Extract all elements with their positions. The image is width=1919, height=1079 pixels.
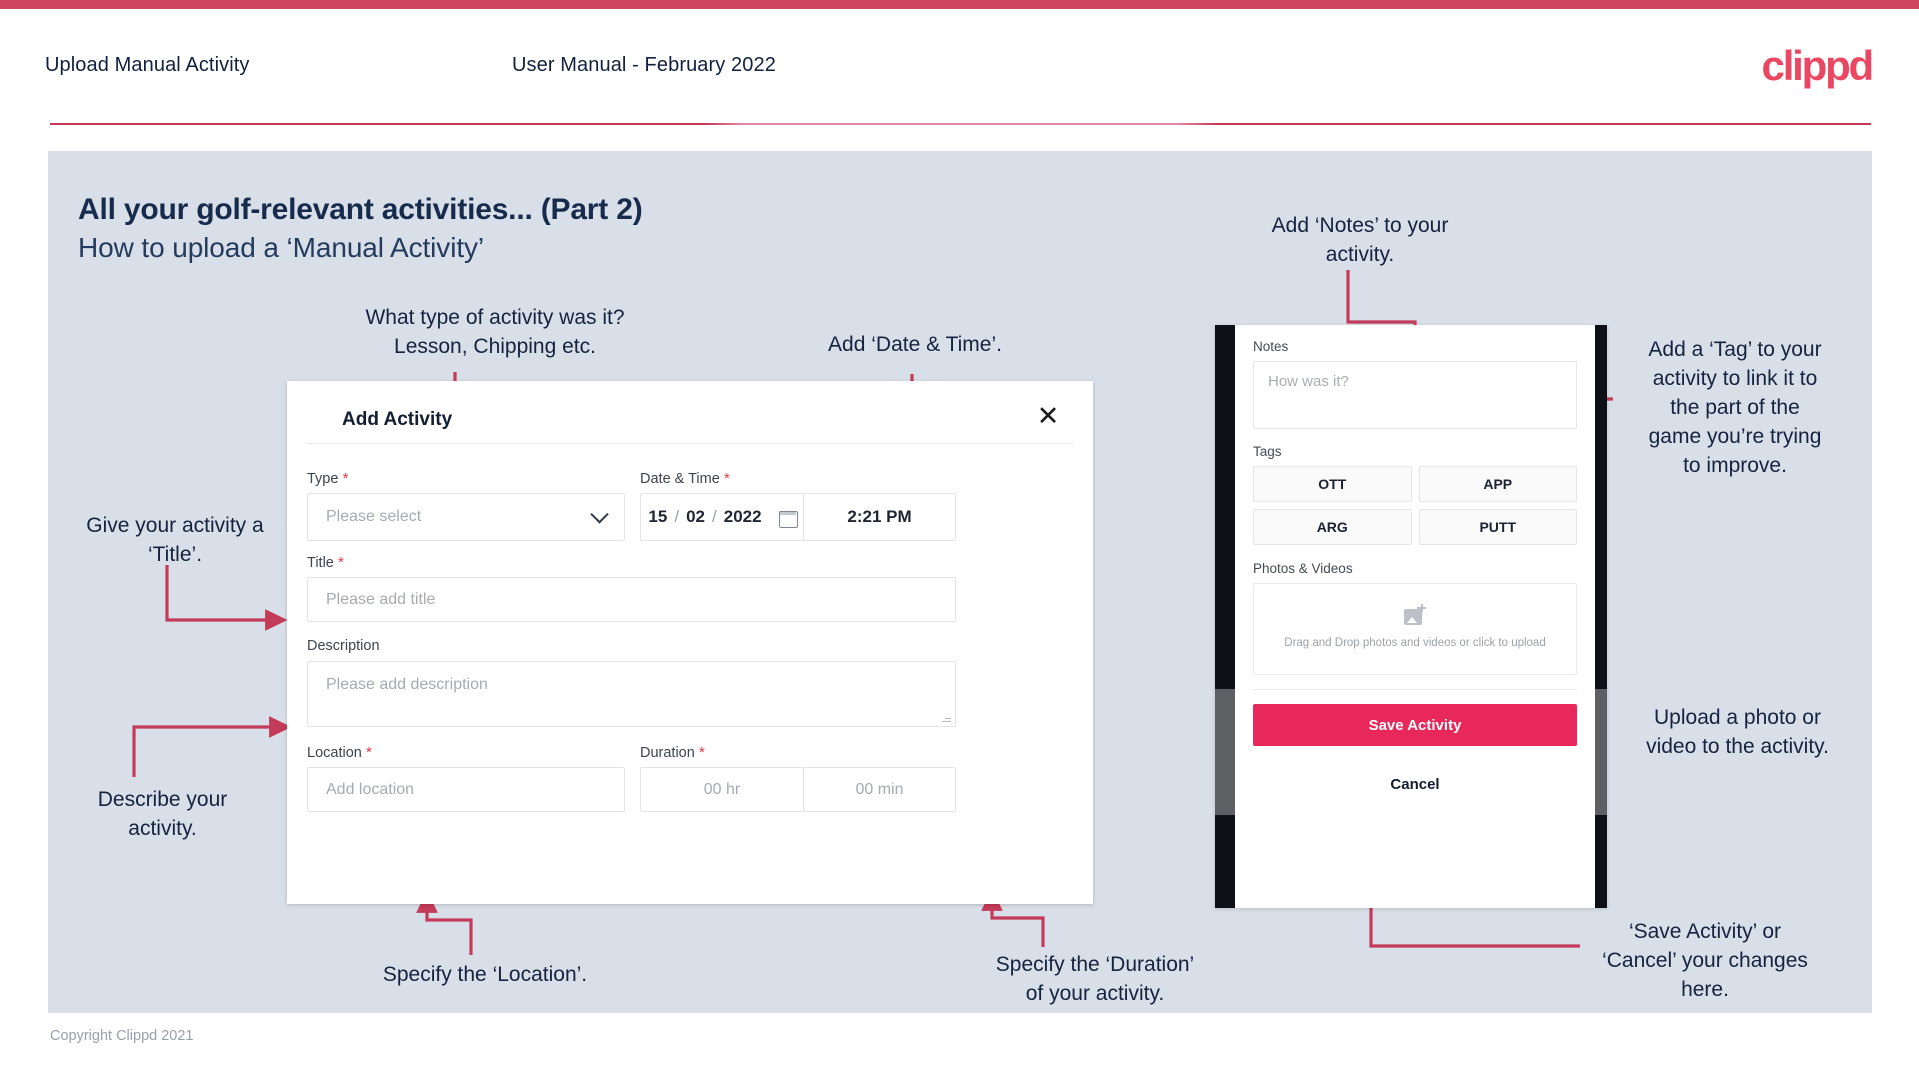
close-icon[interactable]: ✕ <box>1031 399 1065 433</box>
datetime-label-text: Date & Time <box>640 471 720 487</box>
annotation-type: What type of activity was it? Lesson, Ch… <box>365 306 625 358</box>
slide-title: All your golf-relevant activities... (Pa… <box>78 193 643 226</box>
add-activity-dialog: Add Activity ✕ Type * Please select Date… <box>287 381 1093 904</box>
duration-label-text: Duration <box>640 745 695 761</box>
photos-videos-label: Photos & Videos <box>1253 561 1353 576</box>
required-marker: * <box>361 744 372 761</box>
type-placeholder: Please select <box>326 508 422 525</box>
dialog-title: Add Activity <box>342 409 453 430</box>
phone-bezel-left <box>1215 325 1235 908</box>
slide-subtitle: How to upload a ‘Manual Activity’ <box>78 232 485 263</box>
title-placeholder: Please add title <box>326 590 436 608</box>
annotation-save-cancel: ‘Save Activity’ or ‘Cancel’ your changes… <box>1602 920 1808 1001</box>
annotation-title: Give your activity a ‘Title’. <box>86 514 264 566</box>
date-day: 15 <box>648 507 668 526</box>
header-divider <box>50 123 1871 125</box>
type-label: Type * <box>307 470 348 487</box>
phone-divider <box>1253 689 1577 690</box>
title-input[interactable]: Please add title <box>307 577 956 622</box>
time-input[interactable]: 2:21 PM <box>803 493 956 541</box>
duration-minutes-value: 00 min <box>855 780 904 798</box>
slide-root: Upload Manual Activity User Manual - Feb… <box>0 0 1919 1079</box>
location-label-text: Location <box>307 745 362 761</box>
date-input[interactable]: 15 / 02 / 2022 <box>640 493 804 541</box>
tag-ott[interactable]: OTT <box>1253 466 1412 502</box>
page-header: Upload Manual Activity User Manual - Feb… <box>0 9 1919 124</box>
phone-bezel-right <box>1595 325 1607 908</box>
header-subtitle: User Manual - February 2022 <box>512 54 776 76</box>
tag-putt[interactable]: PUTT <box>1418 509 1577 545</box>
tags-label: Tags <box>1253 444 1282 459</box>
annotation-notes: Add ‘Notes’ to your activity. <box>1271 214 1449 266</box>
annotation-describe: Describe your activity. <box>97 788 228 840</box>
date-sep-1: / <box>674 507 680 526</box>
description-placeholder: Please add description <box>326 676 488 693</box>
resize-grip-icon[interactable] <box>941 713 951 723</box>
description-label: Description <box>307 638 380 654</box>
chevron-down-icon <box>590 505 609 524</box>
type-label-text: Type <box>307 471 339 487</box>
cancel-button[interactable]: Cancel <box>1253 776 1577 793</box>
title-label: Title * <box>307 554 344 571</box>
top-accent-bar <box>0 0 1919 9</box>
notes-label: Notes <box>1253 339 1289 354</box>
header-title: Upload Manual Activity <box>45 54 250 76</box>
photo-dropzone[interactable]: Drag and Drop photos and videos or click… <box>1253 583 1577 675</box>
date-month: 02 <box>686 507 705 526</box>
location-input[interactable]: Add location <box>307 767 625 812</box>
annotation-date-time: Add ‘Date & Time’. <box>828 333 1002 356</box>
required-marker: * <box>333 554 344 571</box>
tag-app[interactable]: APP <box>1418 466 1577 502</box>
annotation-location: Specify the ‘Location’. <box>382 963 588 986</box>
datetime-label: Date & Time * <box>640 470 730 487</box>
duration-hours-value: 00 hr <box>703 780 741 798</box>
date-year: 2022 <box>723 507 762 526</box>
notes-textarea[interactable]: How was it? <box>1253 361 1577 429</box>
footer-copyright: Copyright Clippd 2021 <box>50 1028 194 1044</box>
clippd-logo: clippd <box>1761 42 1875 89</box>
dropzone-text: Drag and Drop photos and videos or click… <box>1284 637 1546 649</box>
duration-hours-input[interactable]: 00 hr <box>640 767 804 812</box>
required-marker: * <box>719 470 730 487</box>
date-sep-2: / <box>712 507 717 526</box>
tag-arg[interactable]: ARG <box>1253 509 1412 545</box>
image-plus-icon <box>1404 604 1426 626</box>
required-marker: * <box>338 470 349 487</box>
calendar-icon[interactable] <box>778 508 798 528</box>
save-activity-button[interactable]: Save Activity <box>1253 704 1577 746</box>
phone-screen: Notes How was it? Tags OTT APP ARG PUTT … <box>1235 325 1595 908</box>
time-value: 2:21 PM <box>847 507 912 526</box>
dialog-header-divider <box>307 443 1073 444</box>
location-placeholder: Add location <box>326 780 415 798</box>
duration-label: Duration * <box>640 744 705 761</box>
tags-grid: OTT APP ARG PUTT <box>1253 466 1577 545</box>
location-label: Location * <box>307 744 372 761</box>
phone-bezel-right-segment <box>1595 689 1607 815</box>
duration-minutes-input[interactable]: 00 min <box>803 767 956 812</box>
description-textarea[interactable]: Please add description <box>307 661 956 727</box>
annotation-duration: Specify the ‘Duration’ of your activity. <box>995 953 1195 1005</box>
phone-bezel-left-segment <box>1215 689 1235 815</box>
phone-mockup: Notes How was it? Tags OTT APP ARG PUTT … <box>1215 325 1607 908</box>
annotation-upload: Upload a photo or video to the activity. <box>1646 706 1829 758</box>
type-select[interactable]: Please select <box>307 493 625 541</box>
title-label-text: Title <box>307 555 334 571</box>
annotation-tags: Add a ‘Tag’ to your activity to link it … <box>1648 338 1822 477</box>
required-marker: * <box>694 744 705 761</box>
